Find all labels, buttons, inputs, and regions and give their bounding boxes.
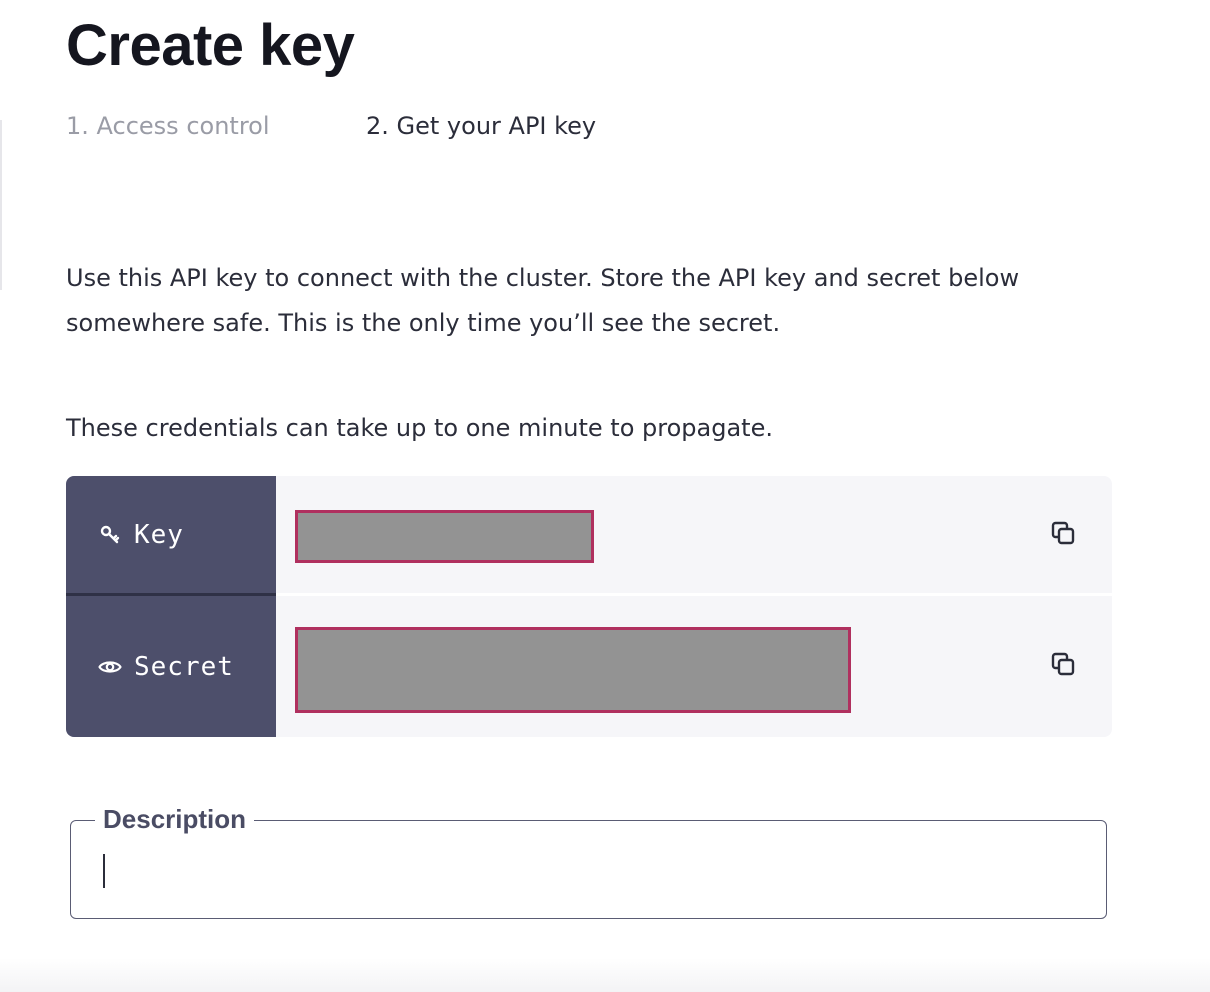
step-access-control[interactable]: 1. Access control [66, 108, 270, 144]
page-title: Create key [66, 13, 355, 78]
step-get-api-key: 2. Get your API key [366, 112, 597, 140]
credentials-panel: Key Secret [66, 476, 1112, 737]
key-icon [98, 523, 122, 547]
intro-line-1: Use this API key to connect with the clu… [66, 264, 1020, 292]
secret-label: Secret [134, 651, 234, 682]
footer-shade [0, 958, 1210, 992]
secret-value-redacted [295, 627, 851, 713]
key-label: Key [134, 519, 184, 550]
copy-secret-button[interactable] [1048, 651, 1078, 681]
description-label: Description [95, 803, 255, 835]
propagate-note: These credentials can take up to one min… [66, 414, 773, 442]
copy-icon [1050, 520, 1076, 550]
text-caret [103, 854, 105, 888]
eye-icon [98, 655, 122, 679]
description-input[interactable] [97, 851, 1077, 891]
description-field: Description [70, 803, 1107, 919]
intro-text: Use this API key to connect with the clu… [66, 256, 1126, 346]
intro-line-2: somewhere safe. This is the only time yo… [66, 309, 781, 337]
key-row: Key [66, 476, 1112, 593]
secret-row: Secret [66, 596, 1112, 737]
secret-label-cell: Secret [66, 596, 276, 737]
create-key-page: Create key 1. Access control 2. Get your… [0, 0, 1210, 992]
copy-icon [1050, 651, 1076, 681]
copy-key-button[interactable] [1048, 520, 1078, 550]
key-label-cell: Key [66, 476, 276, 593]
key-value-redacted [295, 510, 594, 563]
left-edge-divider [0, 120, 2, 290]
